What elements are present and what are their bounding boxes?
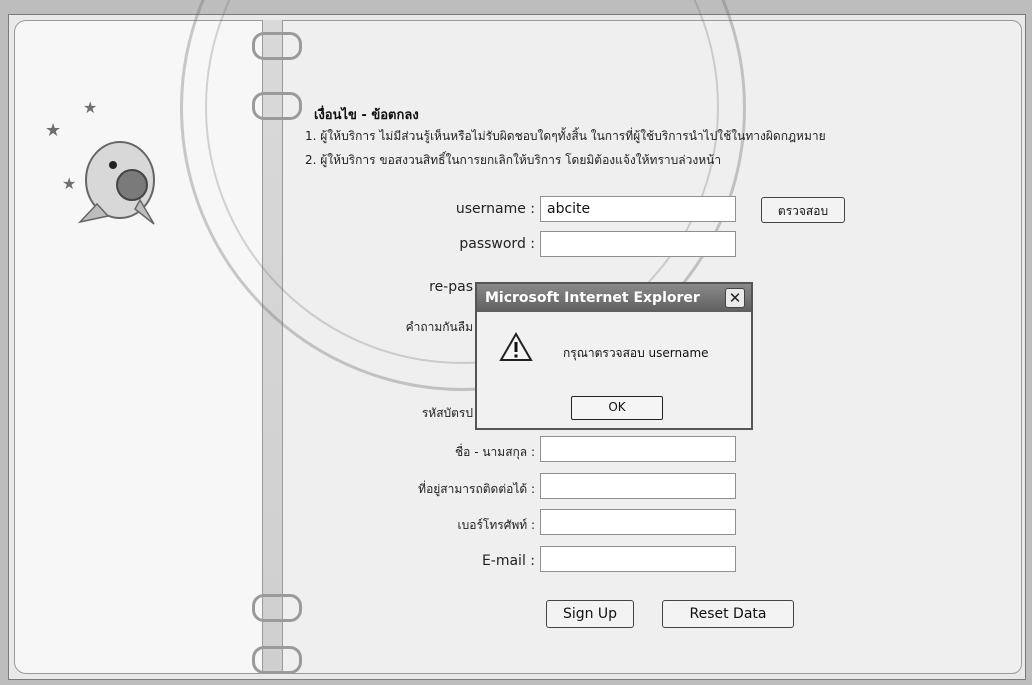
- email-input[interactable]: [540, 546, 736, 572]
- address-input[interactable]: [540, 473, 736, 499]
- star-icon: ★: [83, 98, 98, 117]
- repassword-label: re-pas: [429, 279, 473, 295]
- ok-button[interactable]: OK: [571, 396, 663, 420]
- signup-button[interactable]: Sign Up: [546, 600, 634, 628]
- full-name-label: ชื่อ - นามสกุล :: [455, 445, 535, 459]
- username-label: username :: [455, 201, 535, 217]
- mascot-icon: [77, 141, 155, 225]
- dialog-title: Microsoft Internet Explorer: [477, 284, 751, 312]
- terms-line-1: 1. ผู้ให้บริการ ไม่มีส่วนรู้เห็นหรือไม่ร…: [305, 129, 826, 143]
- binder-ring: [252, 594, 302, 622]
- hint-question-label: คำถามกันลืม: [405, 320, 473, 334]
- terms-title: เงื่อนไข - ข้อตกลง: [314, 108, 419, 123]
- star-icon: ★: [45, 120, 62, 141]
- address-label: ที่อยู่สามารถติดต่อได้ :: [418, 482, 535, 496]
- warning-icon: [499, 332, 533, 361]
- phone-input[interactable]: [540, 509, 736, 535]
- card-id-label: รหัสบัตรป: [421, 406, 473, 420]
- check-username-button[interactable]: ตรวจสอบ: [761, 197, 845, 223]
- email-label: E-mail :: [481, 553, 535, 569]
- phone-label: เบอร์โทรศัพท์ :: [457, 518, 535, 532]
- username-input[interactable]: [540, 196, 736, 222]
- dialog-message: กรุณาตรวจสอบ username: [563, 346, 709, 360]
- password-input[interactable]: [540, 231, 736, 257]
- terms-line-2: 2. ผู้ให้บริการ ขอสงวนสิทธิ์ในการยกเลิกใ…: [305, 153, 722, 167]
- full-name-input[interactable]: [540, 436, 736, 462]
- reset-data-button[interactable]: Reset Data: [662, 600, 794, 628]
- password-label: password :: [459, 236, 535, 252]
- alert-dialog: Microsoft Internet Explorer ✕ กรุณาตรวจส…: [475, 282, 753, 430]
- close-icon[interactable]: ✕: [725, 288, 745, 308]
- binder-ring: [252, 646, 302, 674]
